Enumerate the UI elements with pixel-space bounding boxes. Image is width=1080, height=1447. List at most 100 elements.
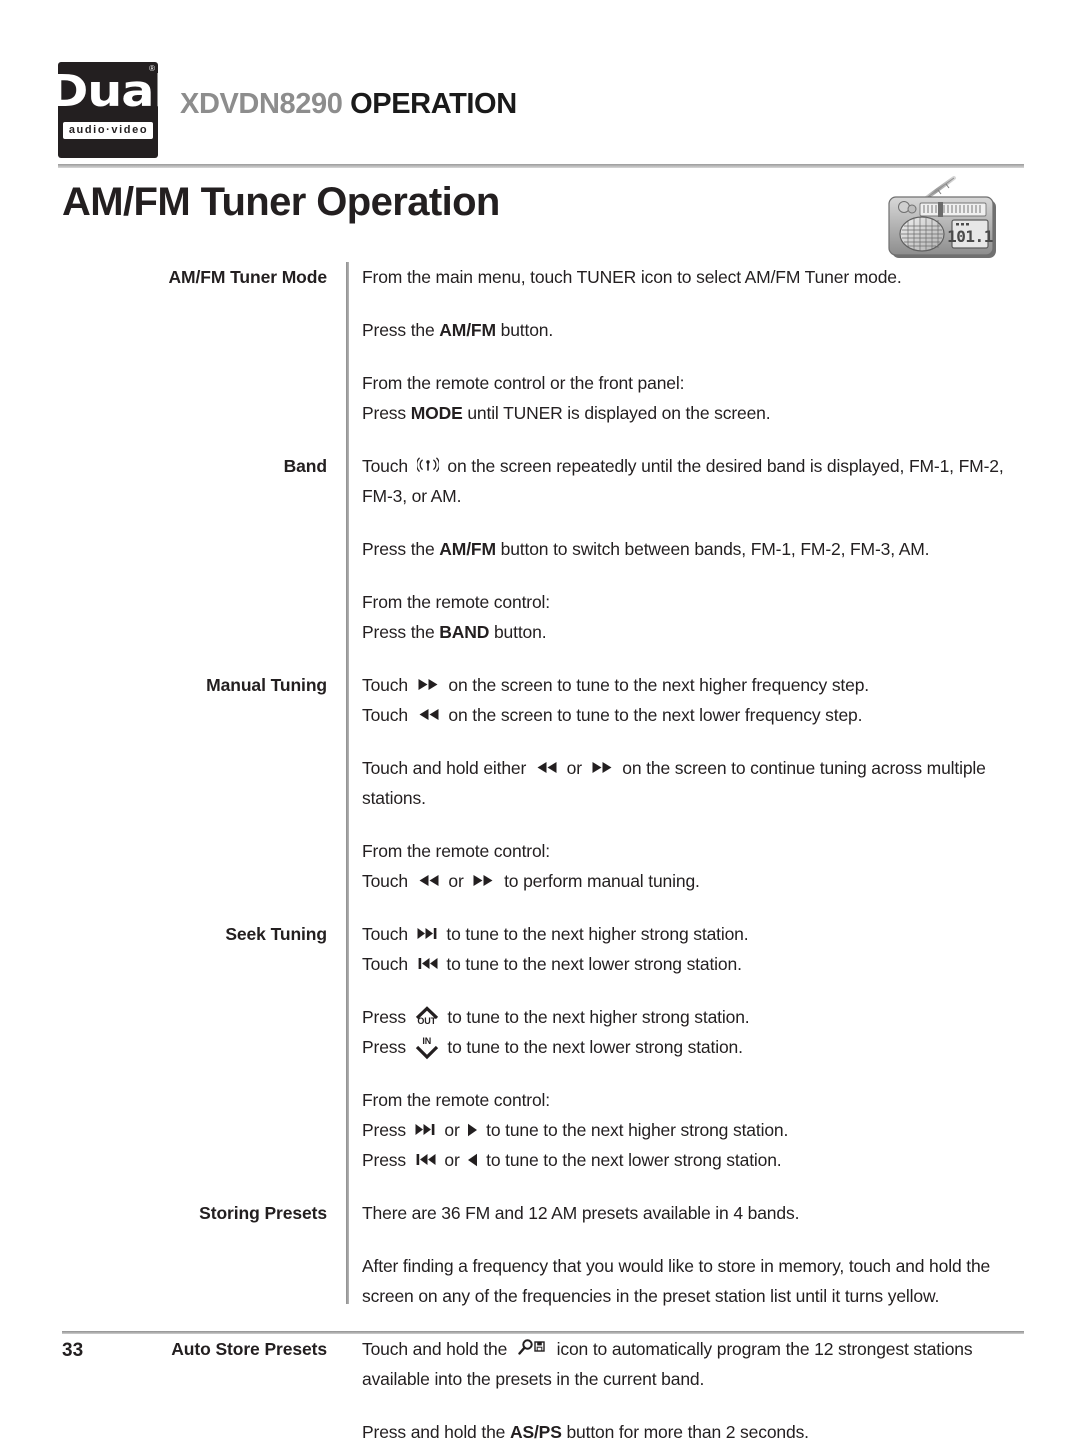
text: or [439, 1120, 465, 1140]
paragraph: Press the AM/FM button. [362, 315, 1024, 345]
portable-radio-illustration: 101.1 [878, 176, 1010, 260]
header-divider [58, 164, 1024, 168]
paragraph: Touch on the screen repeatedly until the… [362, 451, 1024, 511]
play-left-icon [467, 1153, 478, 1167]
rewind-icon [536, 761, 557, 774]
text: to tune to the next lower strong station… [442, 1037, 743, 1057]
text: From the remote control: [362, 592, 550, 612]
section-storing-presets: Storing Presets There are 36 FM and 12 A… [58, 1198, 1024, 1311]
section-auto-store-presets: Auto Store Presets Touch and hold the ic… [58, 1334, 1024, 1447]
paragraph: From the remote control or the front pan… [362, 368, 1024, 398]
in-label: IN [422, 1036, 432, 1046]
rewind-icon [418, 874, 439, 887]
fast-forward-icon [418, 678, 439, 691]
fast-forward-icon [592, 761, 613, 774]
paragraph: Press or to tune to the next higher stro… [362, 1115, 1024, 1145]
page-header: ® Dual audio·video XDVDN8290 OPERATION [47, 62, 1024, 160]
text: button. [495, 320, 554, 340]
out-label: OUT [417, 1016, 436, 1026]
rewind-icon [418, 708, 439, 721]
paragraph: Touch and hold either or on the screen t… [362, 753, 1024, 813]
text: to perform manual tuning. [499, 871, 700, 891]
text: Press the [362, 320, 440, 340]
text: Touch [362, 705, 413, 725]
section-label: Seek Tuning [225, 924, 327, 944]
svg-text:101.1: 101.1 [947, 227, 993, 246]
text: or [443, 871, 469, 891]
section-seek-tuning: Seek Tuning Touch to tune to the next hi… [58, 919, 1024, 1175]
text: Touch and hold the [362, 1339, 512, 1359]
section-label: Auto Store Presets [171, 1339, 327, 1359]
out-chevron-icon: OUT [414, 1005, 440, 1031]
paragraph: Touch to tune to the next lower strong s… [362, 949, 1024, 979]
paragraph: From the remote control: [362, 587, 1024, 617]
logo-tagline: audio·video [62, 122, 154, 139]
header-section-word: OPERATION [350, 88, 517, 120]
section-label: Band [283, 456, 327, 476]
text: Touch [362, 871, 413, 891]
text: Touch and hold either [362, 758, 531, 778]
text: Press the [362, 622, 440, 642]
text: After finding a frequency that you would… [362, 1256, 991, 1306]
text: button for more than 2 seconds. [561, 1422, 809, 1442]
content-table: AM/FM Tuner Mode From the main menu, tou… [58, 262, 1024, 1447]
text: button. [489, 622, 547, 642]
section-am-fm-tuner-mode: AM/FM Tuner Mode From the main menu, tou… [58, 262, 1024, 428]
logo-wordmark: Dual [47, 66, 170, 117]
text: From the remote control: [362, 1090, 550, 1110]
header-model-number: XDVDN8290 [180, 88, 343, 120]
paragraph: From the main menu, touch TUNER icon to … [362, 262, 1024, 292]
text: Press and hold the [362, 1422, 510, 1442]
text: From the main menu, touch TUNER icon to … [362, 267, 902, 287]
footer-divider [62, 1331, 1024, 1334]
text: on the screen to tune to the next higher… [443, 675, 870, 695]
section-label: Storing Presets [199, 1203, 327, 1223]
text: There are 36 FM and 12 AM presets availa… [362, 1203, 800, 1223]
paragraph: After finding a frequency that you would… [362, 1251, 1024, 1311]
paragraph: Press the AM/FM button to switch between… [362, 534, 1024, 564]
paragraph: Press the BAND button. [362, 617, 1024, 647]
text: to tune to the next lower strong station… [441, 954, 742, 974]
header-title: XDVDN8290 OPERATION [180, 88, 517, 121]
paragraph: From the remote control: [362, 1085, 1024, 1115]
text: to tune to the next higher strong statio… [481, 1120, 789, 1140]
section-label: Manual Tuning [206, 675, 327, 695]
text: to tune to the next higher strong statio… [441, 924, 749, 944]
paragraph: Press or to tune to the next lower stron… [362, 1145, 1024, 1175]
signal-antenna-icon [416, 456, 439, 474]
page-number: 33 [62, 1340, 84, 1361]
section-label: AM/FM Tuner Mode [168, 267, 328, 287]
text: to tune to the next higher strong statio… [442, 1007, 750, 1027]
paragraph: Touch to tune to the next higher strong … [362, 919, 1024, 949]
text: Touch [362, 675, 413, 695]
paragraph: From the remote control: [362, 836, 1024, 866]
bold-term: BAND [439, 622, 490, 642]
play-right-icon [467, 1123, 478, 1137]
paragraph: Touch and hold the icon to automatically… [362, 1334, 1024, 1394]
bold-term: MODE [410, 403, 463, 423]
paragraph: Touch on the screen to tune to the next … [362, 700, 1024, 730]
section-body: Touch to tune to the next higher strong … [338, 919, 1024, 1175]
text: Touch [362, 456, 413, 476]
in-chevron-icon: IN [414, 1035, 440, 1061]
section-manual-tuning: Manual Tuning Touch on the screen to tun… [58, 670, 1024, 896]
dual-logo: ® Dual audio·video [47, 62, 170, 158]
bold-term: AM/FM [439, 320, 496, 340]
paragraph: Press and hold the AS/PS button for more… [362, 1417, 1024, 1447]
fast-forward-icon [473, 874, 494, 887]
section-body: Touch and hold the icon to automatically… [338, 1334, 1024, 1447]
text: Press [362, 1120, 411, 1140]
text: Press [362, 403, 411, 423]
text: button to switch between bands, FM-1, FM… [495, 539, 930, 559]
paragraph: Touch or to perform manual tuning. [362, 866, 1024, 896]
section-body: From the main menu, touch TUNER icon to … [338, 262, 1024, 428]
paragraph: Touch on the screen to tune to the next … [362, 670, 1024, 700]
skip-forward-icon [417, 927, 438, 940]
text: Press [362, 1037, 411, 1057]
text: From the remote control or the front pan… [362, 373, 685, 393]
paragraph: Press MODE until TUNER is displayed on t… [362, 398, 1024, 428]
text: or [561, 758, 587, 778]
skip-back-icon [415, 1153, 436, 1166]
skip-forward-icon [415, 1123, 436, 1136]
text: Press [362, 1150, 411, 1170]
